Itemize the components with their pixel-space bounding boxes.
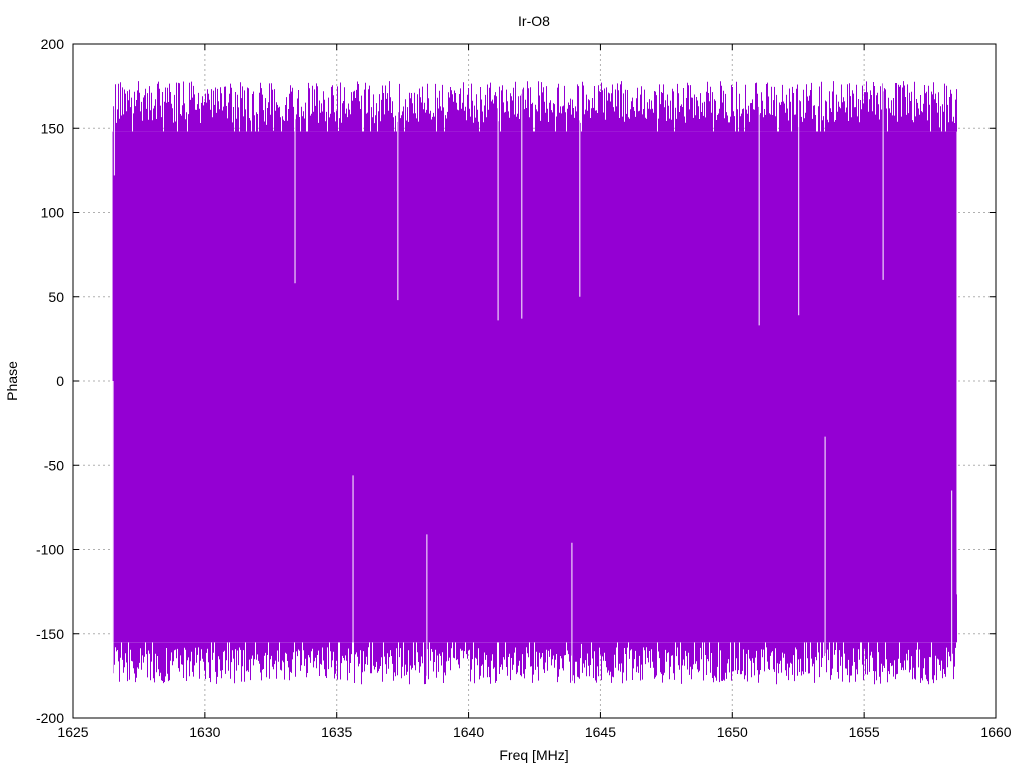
x-tick-label: 1640	[453, 724, 484, 740]
x-tick-label: 1630	[189, 724, 220, 740]
chart-title: Ir-O8	[518, 13, 550, 29]
y-tick-label: 150	[41, 120, 65, 136]
phase-chart: 1625 1630 1635 1640 1645 1650 1655 1660 -200 -150…	[0, 0, 1024, 768]
y-tick-label: -150	[36, 626, 64, 642]
y-tick-label: -200	[36, 710, 64, 726]
x-axis-label: Freq [MHz]	[499, 747, 568, 763]
y-axis-label: Phase	[4, 361, 20, 401]
y-tick-label: 200	[41, 36, 65, 52]
data-series-phase	[112, 81, 957, 685]
x-tick-label: 1645	[585, 724, 616, 740]
y-tick-label: 100	[41, 205, 65, 221]
y-tick-label: -50	[44, 457, 64, 473]
y-tick-label: -100	[36, 542, 64, 558]
x-tick-label: 1635	[321, 724, 352, 740]
x-tick-label: 1650	[717, 724, 748, 740]
x-tick-label: 1625	[57, 724, 88, 740]
phase-chart-svg: 1625 1630 1635 1640 1645 1650 1655 1660 -200 -150…	[4, 13, 1012, 763]
x-tick-label: 1660	[980, 724, 1011, 740]
data-series-body	[112, 131, 957, 643]
y-tick-label: 0	[56, 373, 64, 389]
y-tick-label: 50	[48, 289, 64, 305]
x-tick-label: 1655	[849, 724, 880, 740]
